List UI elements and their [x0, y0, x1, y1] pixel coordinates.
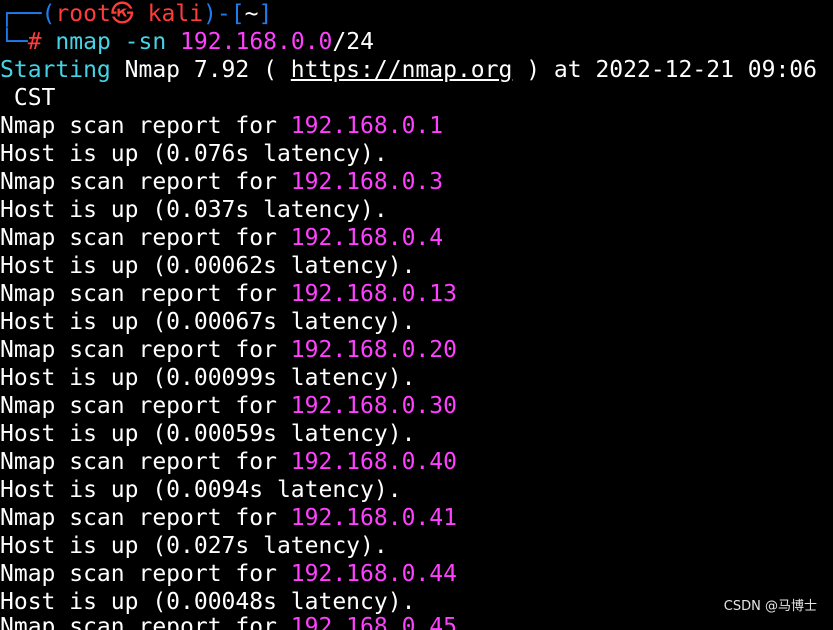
result-ip: 192.168.0.1 — [290, 113, 444, 139]
prompt-open-bracket: [ — [230, 1, 245, 27]
result-ip: 192.168.0.13 — [290, 281, 457, 307]
host-status: Host is up (0.00099s latency). — [0, 365, 416, 391]
host-status: Host is up (0.027s latency). — [0, 533, 388, 559]
starting-text-post: ) at 2022-12-21 09:06 — [512, 57, 817, 83]
command-target-mask: /24 — [332, 29, 374, 55]
report-prefix: Nmap scan report for — [0, 337, 291, 363]
csdn-watermark: CSDN @马博士 — [723, 599, 817, 614]
result-ip: 192.168.0.40 — [290, 449, 457, 475]
scan-report-line-partial: Nmap scan report for 192.168.0.45 — [0, 613, 457, 630]
report-prefix: Nmap scan report for — [0, 113, 291, 139]
prompt-corner-bottom: └─ — [0, 29, 28, 55]
report-prefix: Nmap scan report for — [0, 225, 291, 251]
starting-text-pre: Nmap 7.92 ( — [110, 57, 291, 83]
result-ip: 192.168.0.45 — [290, 614, 457, 630]
starting-line: Starting Nmap 7.92 ( https://nmap.org ) … — [0, 56, 817, 84]
host-status: Host is up (0.037s latency). — [0, 197, 388, 223]
prompt-cwd: ~ — [244, 1, 259, 27]
starting-label: Starting — [0, 57, 111, 83]
scan-report-line: Nmap scan report for 192.168.0.4 — [0, 224, 443, 252]
host-status: Host is up (0.00062s latency). — [0, 253, 416, 279]
host-status-line: Host is up (0.00048s latency). — [0, 588, 415, 616]
host-status: Host is up (0.00067s latency). — [0, 309, 416, 335]
command-line[interactable]: └─# nmap -sn 192.168.0.0/24 — [0, 28, 374, 56]
prompt-hash: # — [27, 29, 42, 55]
host-status: Host is up (0.0094s latency). — [0, 477, 402, 503]
host-status: Host is up (0.00048s latency). — [0, 589, 416, 615]
result-ip: 192.168.0.30 — [290, 393, 457, 419]
report-prefix: Nmap scan report for — [0, 614, 291, 630]
report-prefix: Nmap scan report for — [0, 169, 291, 195]
report-prefix: Nmap scan report for — [0, 505, 291, 531]
host-status-line: Host is up (0.00067s latency). — [0, 308, 415, 336]
prompt-close-paren: ) — [203, 1, 217, 27]
prompt-user: root — [55, 1, 111, 27]
host-status-line: Host is up (0.037s latency). — [0, 196, 388, 224]
prompt-close-bracket: ] — [258, 1, 273, 27]
command-flag: -sn — [124, 29, 167, 55]
report-prefix: Nmap scan report for — [0, 561, 291, 587]
report-prefix: Nmap scan report for — [0, 281, 291, 307]
command-name: nmap — [55, 29, 111, 55]
scan-report-line: Nmap scan report for 192.168.0.3 — [0, 168, 443, 196]
terminal-window[interactable]: ┌──(root㉿ kali)-[~] └─# nmap -sn 192.168… — [0, 0, 833, 630]
host-status-line: Host is up (0.00099s latency). — [0, 364, 415, 392]
prompt-dash: - — [216, 1, 231, 27]
scan-report-line: Nmap scan report for 192.168.0.40 — [0, 448, 457, 476]
host-status-line: Host is up (0.00062s latency). — [0, 252, 415, 280]
prompt-host: kali — [147, 1, 204, 27]
scan-report-line: Nmap scan report for 192.168.0.44 — [0, 560, 457, 588]
result-ip: 192.168.0.4 — [290, 225, 444, 251]
report-prefix: Nmap scan report for — [0, 393, 291, 419]
scan-report-line: Nmap scan report for 192.168.0.1 — [0, 112, 443, 140]
nmap-url-link[interactable]: https://nmap.org — [291, 57, 513, 83]
host-status-line: Host is up (0.0094s latency). — [0, 476, 402, 504]
starting-timezone-line: CST — [0, 84, 56, 112]
scan-report-line: Nmap scan report for 192.168.0.13 — [0, 280, 457, 308]
prompt-open-paren: ( — [41, 1, 56, 27]
scan-report-line: Nmap scan report for 192.168.0.41 — [0, 504, 457, 532]
host-status-line: Host is up (0.00059s latency). — [0, 420, 415, 448]
host-status: Host is up (0.076s latency). — [0, 141, 388, 167]
command-target-ip: 192.168.0.0 — [180, 29, 333, 55]
report-prefix: Nmap scan report for — [0, 449, 291, 475]
result-ip: 192.168.0.41 — [290, 505, 457, 531]
host-status: Host is up (0.00059s latency). — [0, 421, 416, 447]
skull-icon: ㉿ — [110, 1, 134, 27]
result-ip: 192.168.0.20 — [290, 337, 457, 363]
result-ip: 192.168.0.44 — [290, 561, 457, 587]
scan-report-line: Nmap scan report for 192.168.0.20 — [0, 336, 457, 364]
prompt-corner-top: ┌── — [0, 1, 42, 27]
host-status-line: Host is up (0.076s latency). — [0, 140, 388, 168]
scan-report-line: Nmap scan report for 192.168.0.30 — [0, 392, 457, 420]
host-status-line: Host is up (0.027s latency). — [0, 532, 388, 560]
prompt-line-1: ┌──(root㉿ kali)-[~] — [0, 0, 272, 28]
result-ip: 192.168.0.3 — [290, 169, 444, 195]
starting-timezone: CST — [0, 85, 56, 111]
